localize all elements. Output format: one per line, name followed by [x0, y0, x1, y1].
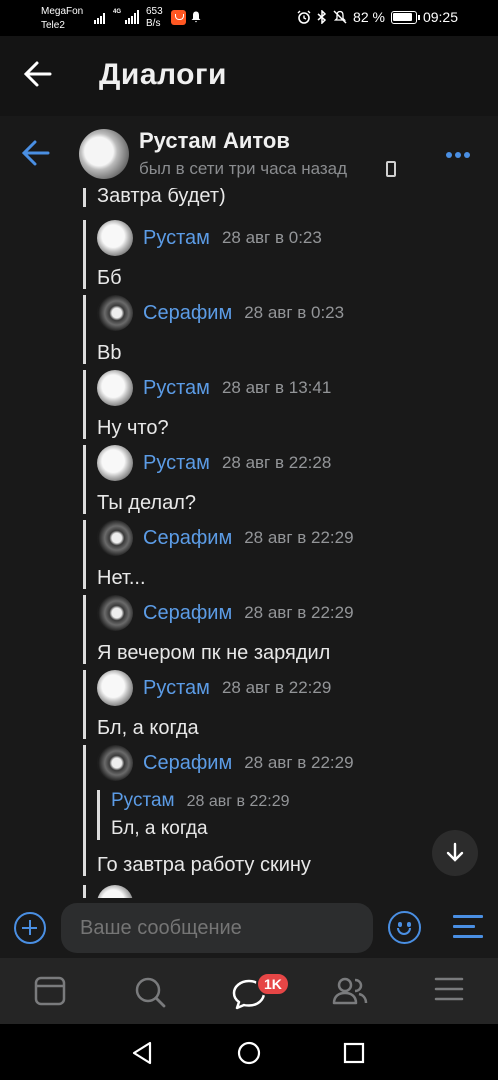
bell-icon — [191, 11, 201, 23]
page-title: Диалоги — [99, 58, 227, 91]
message-author[interactable]: Рустам — [143, 677, 210, 700]
message-item[interactable]: Серафим 28 авг в 22:29 Рустам 28 авг в 22:… — [83, 745, 483, 876]
message-author[interactable]: Рустам — [143, 452, 210, 475]
mobile-device-icon — [386, 161, 396, 177]
message-text: Ну что? — [97, 417, 169, 439]
contact-avatar[interactable] — [79, 129, 129, 179]
message-text: Бл, а когда — [97, 717, 199, 739]
battery-icon — [390, 10, 420, 24]
message-time: 28 авг в 22:29 — [244, 753, 354, 772]
author-avatar[interactable] — [97, 445, 133, 481]
carrier-tele2: Tele2 — [41, 20, 65, 31]
message-author[interactable]: Рустам — [143, 227, 210, 250]
bottom-navigation: 1K — [0, 958, 498, 1024]
message-time: 28 авг в 22:29 — [221, 678, 332, 697]
message-text: Ты делал? — [97, 492, 196, 514]
author-avatar[interactable] — [97, 295, 133, 331]
system-recents-icon[interactable] — [343, 1042, 365, 1064]
quote-time: 28 авг в 22:29 — [186, 793, 290, 810]
quoted-message[interactable]: Рустам 28 авг в 22:29 Бл, а когда — [97, 790, 483, 840]
message-time: 28 авг в 22:29 — [244, 603, 354, 622]
signal-icon — [94, 10, 105, 24]
attach-plus-icon[interactable] — [14, 912, 46, 944]
author-avatar[interactable] — [97, 520, 133, 556]
message-item[interactable]: Рустам 28 авг в 22:29 Бл, а когда — [83, 670, 483, 739]
contact-name[interactable]: Рустам Аитов — [139, 128, 290, 154]
message-time: 28 авг в 22:29 — [244, 528, 354, 547]
app-bar: Диалоги — [0, 36, 498, 116]
system-navigation — [0, 1024, 498, 1080]
message-time: 28 авг в 22:28 — [221, 453, 332, 472]
clock: 09:25 — [422, 9, 458, 25]
message-item[interactable]: Серафим 28 авг в 22:29 Я вечером пк не за… — [83, 595, 483, 664]
more-options-icon[interactable] — [446, 152, 470, 158]
battery-percent: 82 % — [353, 9, 385, 25]
message-item[interactable]: Рустам 28 авг в 13:41 Ну что? — [83, 370, 483, 439]
message-author[interactable]: Рустам — [143, 377, 210, 400]
status-bar: MegaFon Tele2 4G 653 B/s 82 % 09:25 — [0, 0, 498, 36]
menu-icon[interactable] — [434, 976, 464, 1002]
author-avatar[interactable] — [97, 595, 133, 631]
friends-icon[interactable] — [332, 976, 368, 1006]
unread-count-badge: 1K — [256, 972, 290, 996]
bell-muted-icon — [333, 10, 347, 24]
message-text: Bb — [97, 342, 122, 364]
message-item[interactable]: Серафим 28 авг в 22:29 Нет... — [83, 520, 483, 589]
contact-status: был в сети три часа назад — [139, 159, 348, 178]
author-avatar[interactable] — [97, 745, 133, 781]
message-author[interactable]: Серафим — [143, 752, 232, 775]
message-text: Я вечером пк не зарядил — [97, 642, 331, 664]
message-item[interactable]: Завтра будет) — [83, 188, 483, 207]
network-speed-unit: B/s — [146, 18, 161, 29]
message-text: Нет... — [97, 567, 146, 589]
quote-text: Бл, а когда — [111, 818, 208, 839]
back-arrow-icon[interactable] — [22, 58, 54, 90]
message-item[interactable]: Рустам 28 авг в 0:23 Бб — [83, 220, 483, 289]
emoji-icon[interactable] — [388, 911, 421, 944]
author-avatar[interactable] — [97, 220, 133, 256]
chat-back-arrow-icon[interactable] — [22, 140, 50, 166]
app-notification-icon — [171, 10, 186, 25]
message-text: Завтра будет) — [97, 188, 226, 207]
network-type-label: 4G — [113, 9, 122, 15]
system-back-icon[interactable] — [131, 1041, 153, 1065]
message-author[interactable]: Серафим — [143, 302, 232, 325]
system-home-icon[interactable] — [237, 1041, 261, 1065]
message-item[interactable]: Серафим 28 авг в 0:23 Bb — [83, 295, 483, 364]
message-composer — [0, 898, 498, 958]
network-speed: 653 B/s — [146, 6, 163, 30]
message-time: 28 авг в 0:23 — [221, 228, 322, 247]
message-item[interactable] — [83, 885, 483, 898]
bluetooth-icon — [317, 10, 327, 24]
message-author[interactable]: Серафим — [143, 527, 232, 550]
author-avatar[interactable] — [97, 670, 133, 706]
message-list[interactable]: Завтра будет) Рустам 28 авг в 0:23 Бб Сер… — [0, 188, 498, 898]
status-right: 82 % 09:25 — [297, 9, 458, 25]
message-time: 28 авг в 0:23 — [244, 303, 345, 322]
message-input[interactable] — [61, 903, 373, 953]
message-author[interactable]: Серафим — [143, 602, 232, 625]
search-icon[interactable] — [134, 976, 166, 1008]
arrow-down-icon — [446, 842, 464, 862]
news-feed-icon[interactable] — [34, 976, 66, 1006]
author-avatar[interactable] — [97, 370, 133, 406]
message-item[interactable]: Рустам 28 авг в 22:28 Ты делал? — [83, 445, 483, 514]
keyboard-menu-icon[interactable] — [453, 913, 483, 941]
scroll-down-button[interactable] — [432, 830, 478, 876]
message-text: Го завтра работу скину — [97, 854, 311, 876]
carrier-megafon: MegaFon — [41, 6, 84, 17]
quote-author: Рустам — [111, 790, 175, 811]
message-text: Бб — [97, 267, 122, 289]
author-avatar[interactable] — [97, 885, 133, 898]
network-speed-value: 653 — [146, 6, 163, 17]
signal-icon-2 — [125, 10, 139, 24]
message-time: 28 авг в 13:41 — [221, 378, 332, 397]
chat-header: Рустам Аитов был в сети три часа назад — [0, 116, 498, 188]
alarm-icon — [297, 10, 311, 24]
carrier-labels: MegaFon Tele2 — [41, 5, 83, 33]
